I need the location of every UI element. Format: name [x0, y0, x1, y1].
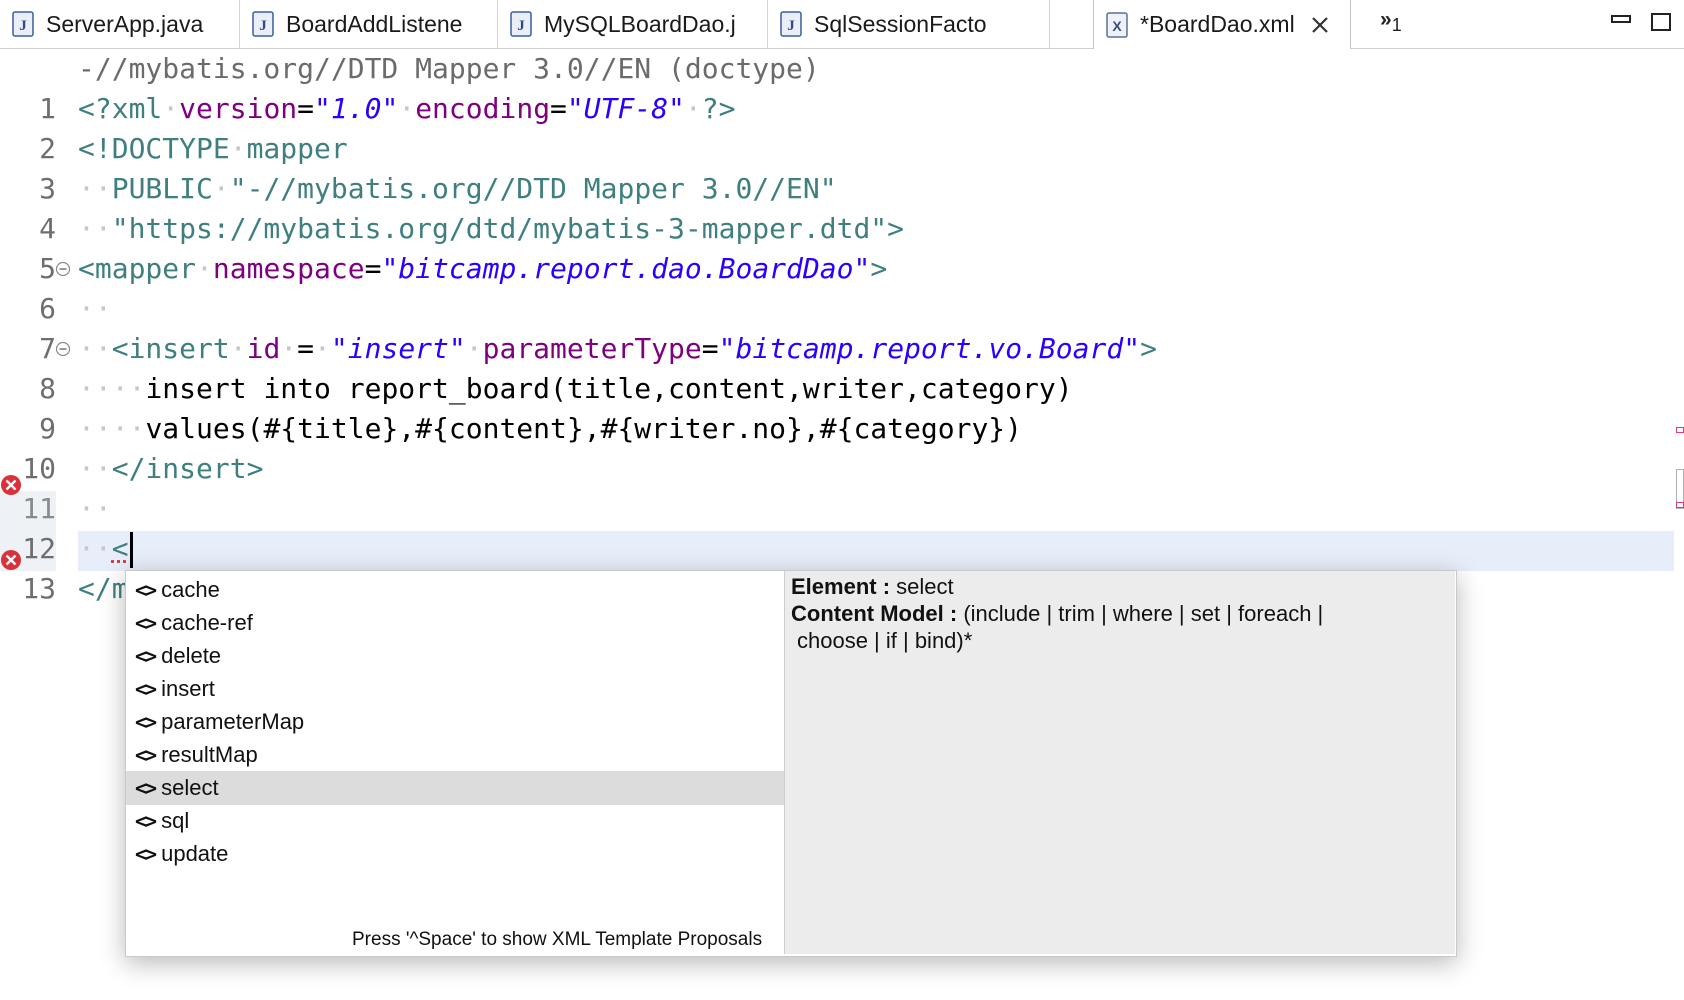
- code-line-13: </m: [78, 572, 129, 605]
- line-number: 1: [39, 92, 56, 125]
- line-number: 9: [39, 412, 56, 445]
- java-file-icon: J: [780, 11, 802, 37]
- template-proposals-hint[interactable]: Press '^Space' to show XML Template Prop…: [352, 926, 762, 954]
- tab-label: BoardAddListene: [286, 10, 463, 37]
- line-number: 5: [39, 252, 56, 285]
- tab-label: MySQLBoardDao.j: [544, 10, 736, 37]
- svg-text:X: X: [1112, 18, 1122, 34]
- xml-element-icon: <>: [135, 809, 157, 833]
- content-assist-popup: <> cache <> cache-ref <> delete <> insert <>…: [125, 570, 1457, 957]
- xml-element-icon: <>: [135, 776, 157, 800]
- tab-label: ServerApp.java: [46, 10, 204, 37]
- element-label: Element :: [791, 574, 891, 599]
- content-model-label: Content Model :: [791, 601, 958, 626]
- proposal-item[interactable]: <> parameterMap: [126, 705, 784, 739]
- minimize-icon[interactable]: [1610, 12, 1632, 32]
- overview-ruler-marker[interactable]: [1676, 502, 1684, 508]
- maximize-icon[interactable]: [1650, 12, 1672, 32]
- tab-boardaddlistener[interactable]: J BoardAddListene: [240, 0, 498, 48]
- proposal-info-panel: Element : select Content Model : (includ…: [785, 571, 1455, 954]
- code-line-6: ··: [78, 292, 112, 325]
- text-caret: [129, 532, 133, 568]
- line-number: 2: [39, 132, 56, 165]
- proposal-label: select: [161, 775, 219, 800]
- java-file-icon: J: [12, 11, 34, 37]
- code-line-9: ····values(#{title},#{content},#{writer.…: [78, 412, 1023, 445]
- proposal-item[interactable]: <> update: [126, 837, 784, 871]
- xml-element-icon: <>: [135, 578, 157, 602]
- svg-text:J: J: [259, 18, 267, 34]
- proposal-item[interactable]: <> insert: [126, 672, 784, 706]
- java-file-icon: J: [252, 11, 274, 37]
- line-number: 8: [39, 372, 56, 405]
- xml-element-icon: <>: [135, 743, 157, 767]
- code-line-2: <!DOCTYPE·mapper: [78, 132, 348, 165]
- collapse-icon[interactable]: [55, 261, 71, 277]
- proposal-label: parameterMap: [161, 709, 305, 734]
- xml-element-icon: <>: [135, 677, 157, 701]
- editor-tab-bar: J ServerApp.java J BoardAddListene J MyS…: [0, 0, 1684, 49]
- proposal-label: resultMap: [161, 742, 258, 767]
- error-icon[interactable]: [0, 549, 22, 571]
- line-number: 4: [39, 212, 56, 245]
- tab-overflow-button[interactable]: »1: [1380, 8, 1402, 36]
- code-line-10: ··</insert>: [78, 452, 264, 485]
- overflow-count: 1: [1391, 15, 1402, 36]
- svg-text:J: J: [19, 18, 27, 34]
- proposal-item[interactable]: <> resultMap: [126, 738, 784, 772]
- code-line-11: ··: [78, 492, 112, 525]
- error-icon[interactable]: [0, 474, 22, 496]
- xml-element-icon: <>: [135, 644, 157, 668]
- proposal-item[interactable]: <> sql: [126, 804, 784, 838]
- line-number: 7: [39, 332, 56, 365]
- proposal-item[interactable]: <> cache: [126, 573, 784, 607]
- java-file-icon: J: [510, 11, 532, 37]
- line-number: 6: [39, 292, 56, 325]
- code-line-1: <?xml·version="1.0"·encoding="UTF-8"·?>: [78, 92, 736, 125]
- element-value: select: [896, 574, 954, 599]
- proposal-item[interactable]: <> delete: [126, 639, 784, 673]
- proposal-label: update: [161, 841, 229, 866]
- line-number: 3: [39, 172, 56, 205]
- element-info: Element : select: [791, 573, 1455, 600]
- tab-mysqlboarddao[interactable]: J MySQLBoardDao.j: [498, 0, 768, 48]
- collapse-icon[interactable]: [55, 341, 71, 357]
- code-line-3: ··PUBLIC·"-//mybatis.org//DTD Mapper 3.0…: [78, 172, 837, 205]
- proposal-label: cache: [161, 577, 220, 602]
- content-model-value: (include | trim | where | set | foreach …: [963, 601, 1324, 626]
- tab-label: *BoardDao.xml: [1140, 11, 1295, 37]
- code-line-7: ··<insert·id·=·"insert"·parameterType="b…: [78, 332, 1157, 365]
- proposal-list[interactable]: <> cache <> cache-ref <> delete <> insert <>…: [126, 571, 785, 954]
- code-line-12: ··<: [78, 529, 133, 569]
- code-line-8: ····insert into report_board(title,conte…: [78, 372, 1073, 405]
- line-number: 13: [22, 572, 56, 605]
- proposal-label: cache-ref: [161, 610, 253, 635]
- content-model-continued: choose | if | bind)*: [797, 628, 973, 653]
- xml-element-icon: <>: [135, 842, 157, 866]
- tab-sqlsessionfactory[interactable]: J SqlSessionFacto: [768, 0, 1050, 48]
- code-line-4: ··"https://mybatis.org/dtd/mybatis-3-map…: [78, 212, 905, 245]
- proposal-label: sql: [161, 808, 190, 833]
- code-line-5: <mapper·namespace="bitcamp.report.dao.Bo…: [78, 252, 888, 285]
- close-icon[interactable]: [1309, 14, 1331, 36]
- tab-label: SqlSessionFacto: [814, 10, 987, 37]
- overview-ruler-marker[interactable]: [1676, 427, 1684, 433]
- svg-text:J: J: [787, 18, 795, 34]
- breadcrumb-doctype: -//mybatis.org//DTD Mapper 3.0//EN (doct…: [78, 52, 820, 85]
- tab-boarddao-xml[interactable]: X *BoardDao.xml: [1093, 0, 1351, 49]
- xml-file-icon: X: [1106, 11, 1128, 38]
- proposal-item[interactable]: <> cache-ref: [126, 606, 784, 640]
- xml-element-icon: <>: [135, 611, 157, 635]
- overflow-chevron-icon: »: [1380, 8, 1392, 31]
- content-model-info: Content Model : (include | trim | where …: [791, 600, 1455, 627]
- proposal-label: delete: [161, 643, 222, 668]
- proposal-label: insert: [161, 676, 215, 701]
- tab-serverapp[interactable]: J ServerApp.java: [0, 0, 240, 48]
- xml-element-icon: <>: [135, 710, 157, 734]
- svg-text:J: J: [517, 18, 525, 34]
- proposal-item-selected[interactable]: <> select: [126, 771, 784, 805]
- current-line-highlight: [78, 531, 1674, 571]
